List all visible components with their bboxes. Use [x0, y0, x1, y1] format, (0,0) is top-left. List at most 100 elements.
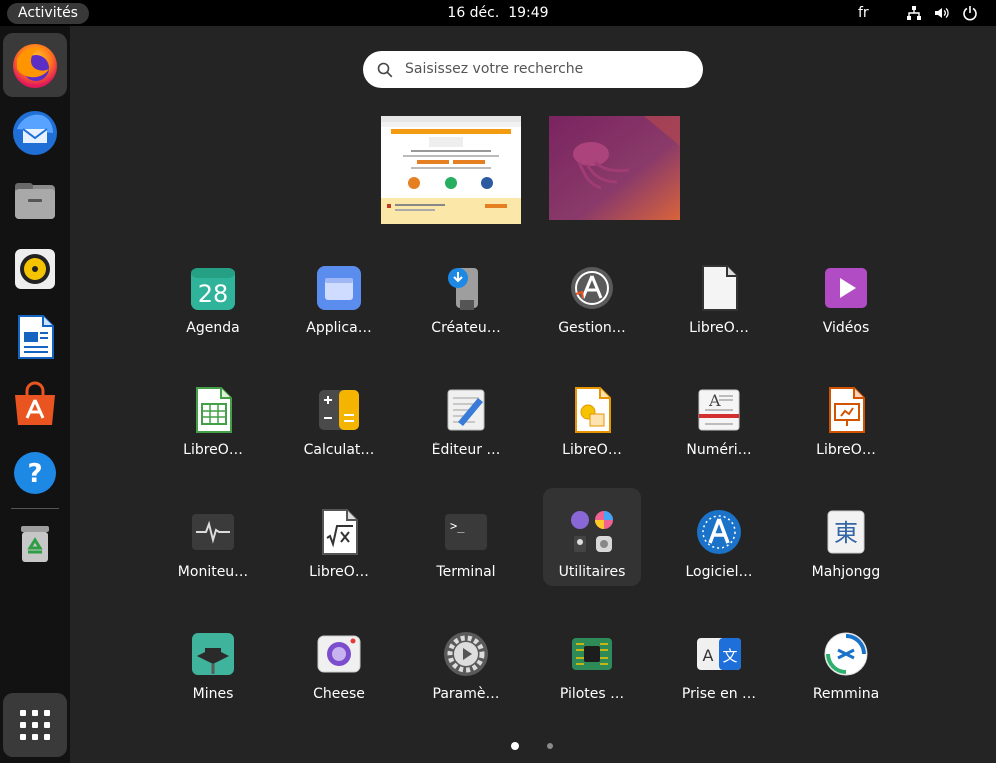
help-icon: ? — [14, 452, 56, 494]
search-entry[interactable]: Saisissez votre recherche — [363, 51, 703, 88]
dock-help[interactable]: ? — [3, 441, 67, 505]
power-icon[interactable] — [962, 5, 978, 21]
app-label: Moniteu… — [177, 564, 249, 580]
scanner-icon: A — [698, 389, 740, 431]
app-language-support[interactable]: A 文 Prise en … — [670, 610, 768, 708]
app-label: Éditeur … — [431, 442, 501, 458]
network-icon[interactable] — [906, 5, 922, 21]
clock-time: 19:49 — [508, 5, 549, 21]
files-icon — [15, 183, 55, 219]
app-label: Logiciel… — [685, 564, 753, 580]
dock-firefox[interactable] — [3, 33, 67, 97]
dock-writer[interactable] — [3, 305, 67, 369]
keyboard-layout-indicator[interactable]: fr — [858, 4, 869, 22]
app-remmina[interactable]: Remmina — [797, 610, 895, 708]
utilities-folder-icon — [571, 511, 613, 552]
software-updater-icon — [571, 267, 613, 309]
calendar-day: 28 — [198, 280, 229, 308]
dock: ? — [0, 26, 70, 763]
search-icon — [377, 62, 393, 78]
app-utilities-folder[interactable]: Utilitaires — [543, 488, 641, 586]
software-icon — [15, 381, 55, 425]
app-drivers[interactable]: Pilotes … — [543, 610, 641, 708]
app-label: Calculat… — [303, 442, 375, 458]
app-terminal[interactable]: >_ Terminal — [417, 488, 515, 586]
app-libreoffice[interactable]: LibreO… — [670, 244, 768, 342]
mahjongg-glyph: 東 — [834, 519, 858, 547]
settings-icon — [444, 632, 488, 676]
app-impress[interactable]: LibreO… — [797, 366, 895, 464]
app-label: LibreO… — [689, 320, 749, 336]
app-label: Remmina — [812, 686, 880, 702]
page-indicator-1[interactable] — [511, 742, 519, 750]
app-label: Vidéos — [822, 320, 870, 336]
app-settings[interactable]: Paramè… — [417, 610, 515, 708]
app-draw[interactable]: LibreO… — [543, 366, 641, 464]
app-applications[interactable]: Applica… — [290, 244, 388, 342]
page-indicator-2[interactable] — [547, 743, 553, 749]
app-label: Créateu… — [431, 320, 501, 336]
app-mines[interactable]: Mines — [164, 610, 262, 708]
calculator-icon — [319, 390, 359, 430]
browser-window-thumbnail — [381, 116, 521, 224]
app-system-monitor[interactable]: Moniteu… — [164, 488, 262, 586]
trash-icon — [21, 526, 49, 562]
draw-icon — [575, 387, 611, 433]
videos-icon — [825, 268, 867, 308]
impress-icon — [829, 387, 865, 433]
app-label: Agenda — [186, 320, 240, 336]
grid-icon — [20, 710, 50, 740]
libreoffice-icon — [702, 265, 738, 311]
volume-icon[interactable] — [934, 5, 950, 21]
workspace-thumbnail-2[interactable] — [549, 116, 680, 220]
clock[interactable]: 16 déc. 19:49 — [0, 3, 996, 23]
terminal-prompt: >_ — [450, 519, 465, 533]
app-label: Mines — [192, 686, 234, 702]
app-label: LibreO… — [816, 442, 876, 458]
language-support-icon: A文 — [697, 638, 741, 670]
app-software[interactable]: Logiciel… — [670, 488, 768, 586]
writer-icon — [18, 315, 54, 359]
dock-rhythmbox[interactable] — [3, 237, 67, 301]
cheese-icon — [317, 635, 361, 673]
app-scanner[interactable]: A Numéri… — [670, 366, 768, 464]
app-calendar[interactable]: 28 Agenda — [164, 244, 262, 342]
app-label: LibreO… — [562, 442, 622, 458]
app-label: Numéri… — [686, 442, 752, 458]
rhythmbox-icon — [15, 249, 55, 289]
app-grid-view: Saisissez votre recherche 28 Agenda Appl… — [70, 26, 996, 763]
clock-date: 16 déc. — [447, 5, 500, 21]
workspace-thumbnail-1[interactable] — [381, 116, 521, 224]
app-software-updater[interactable]: Gestion… — [543, 244, 641, 342]
drivers-icon — [572, 638, 612, 670]
terminal-icon: >_ — [445, 514, 487, 550]
app-usb-creator[interactable]: Créateu… — [417, 244, 515, 342]
math-icon — [322, 509, 358, 555]
applications-icon — [317, 266, 361, 310]
app-label: Applica… — [306, 320, 372, 336]
app-math[interactable]: LibreO… — [290, 488, 388, 586]
app-calc[interactable]: LibreO… — [164, 366, 262, 464]
text-editor-icon — [447, 389, 485, 431]
app-label: Utilitaires — [558, 564, 626, 580]
app-calculator[interactable]: Calculat… — [290, 366, 388, 464]
app-label: LibreO… — [183, 442, 243, 458]
app-cheese[interactable]: Cheese — [290, 610, 388, 708]
dock-trash[interactable] — [3, 512, 67, 576]
app-label: Cheese — [313, 686, 365, 702]
remmina-icon — [824, 632, 868, 676]
calc-icon — [196, 387, 232, 433]
dock-software[interactable] — [3, 373, 67, 437]
app-label: Gestion… — [558, 320, 626, 336]
app-videos[interactable]: Vidéos — [797, 244, 895, 342]
show-apps-button[interactable] — [3, 693, 67, 757]
app-label: Terminal — [436, 564, 496, 580]
top-bar: Activités 16 déc. 19:49 fr — [0, 0, 996, 26]
dock-files[interactable] — [3, 169, 67, 233]
software-icon — [697, 510, 741, 554]
translate-glyph-latin: A — [703, 646, 714, 665]
search-placeholder: Saisissez votre recherche — [405, 61, 584, 77]
app-mahjongg[interactable]: 東 Mahjongg — [797, 488, 895, 586]
dock-thunderbird[interactable] — [3, 101, 67, 165]
app-text-editor[interactable]: Éditeur … — [417, 366, 515, 464]
